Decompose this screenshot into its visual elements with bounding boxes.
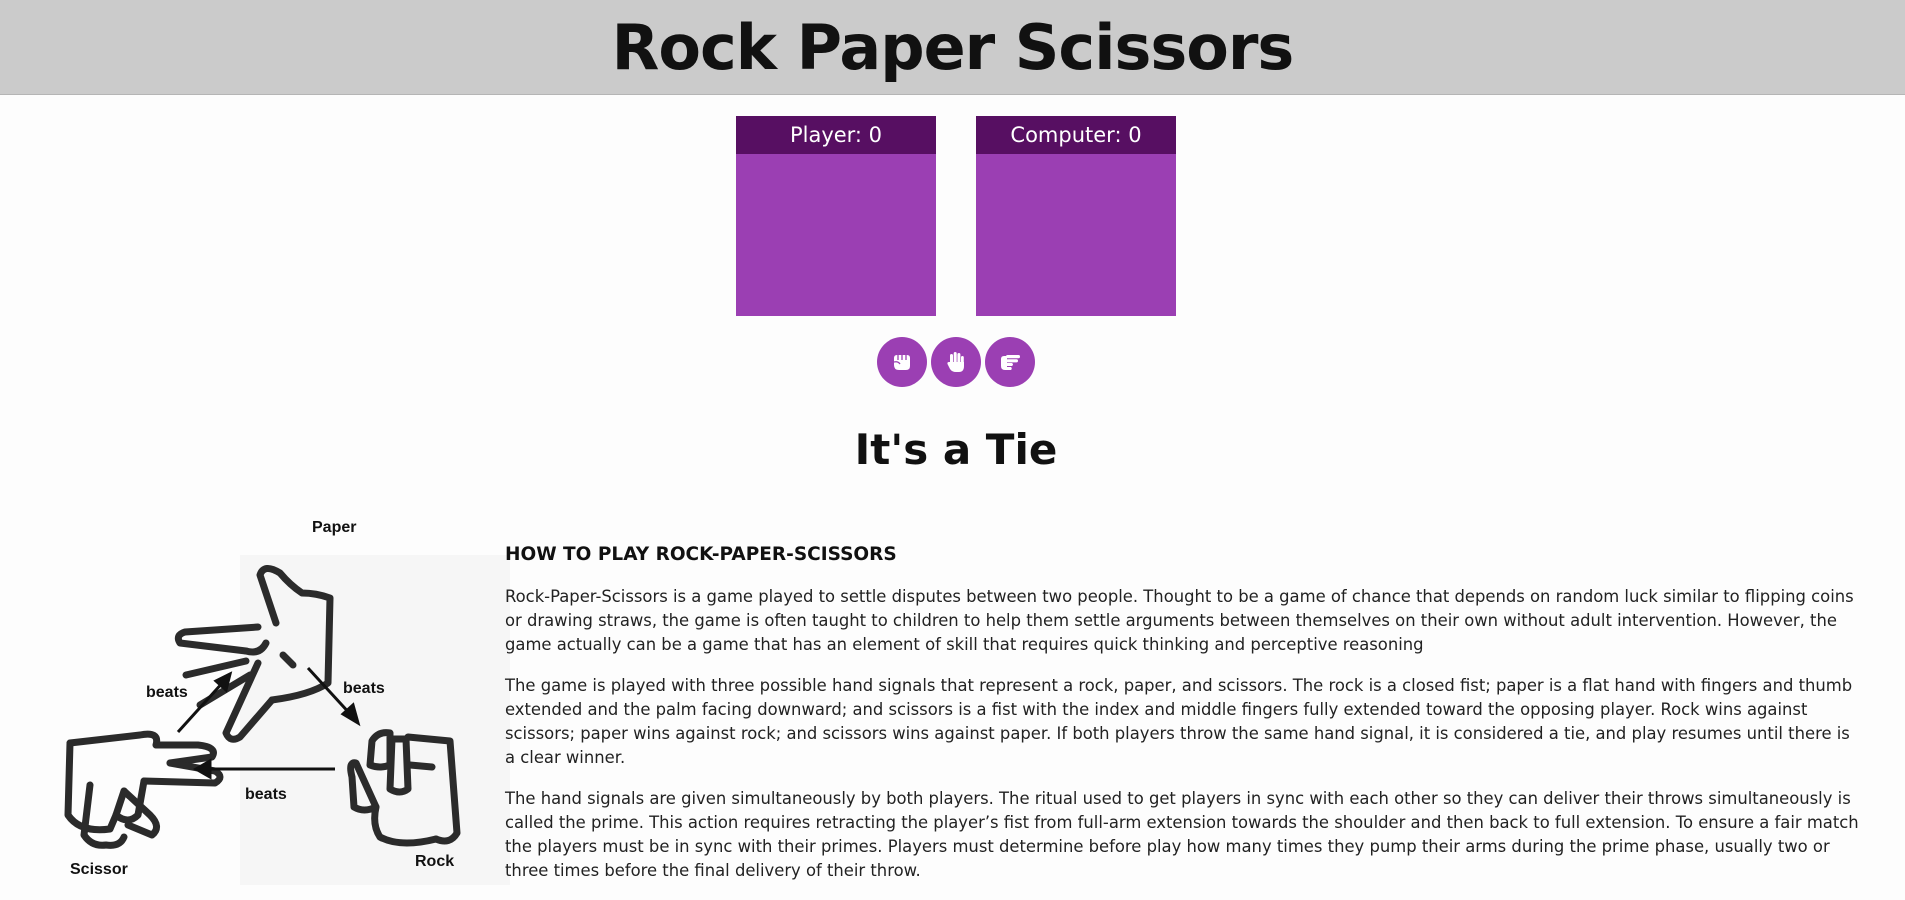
page-header: Rock Paper Scissors (0, 0, 1905, 95)
fist-icon (893, 355, 910, 370)
scissors-hand-icon-large (64, 730, 224, 849)
diagram-label-scissor: Scissor (70, 861, 128, 878)
computer-score-card: Computer: 0 (976, 116, 1176, 316)
computer-score-label: Computer: 0 (976, 116, 1176, 154)
diagram-label-beats-right: beats (343, 680, 385, 697)
open-hand-icon (947, 352, 964, 372)
choice-buttons (877, 337, 1035, 387)
round-result: It's a Tie (854, 425, 1058, 474)
diagram-label-paper: Paper (312, 519, 356, 536)
paper-button[interactable] (931, 337, 981, 387)
scissors-button[interactable] (985, 337, 1035, 387)
diagram-label-beats-bottom: beats (245, 786, 287, 803)
paper-hand-icon (174, 565, 334, 743)
rules-heading: HOW TO PLAY ROCK-PAPER-SCISSORS (505, 544, 897, 565)
rock-button[interactable] (877, 337, 927, 387)
diagram-label-beats-left: beats (146, 684, 188, 701)
page-title: Rock Paper Scissors (611, 10, 1295, 84)
rules-paragraph: Rock-Paper-Scissors is a game played to … (505, 587, 1854, 654)
rules-diagram: Paper Rock Scissor beats beats beats (40, 515, 510, 887)
diagram-illustration: Paper Rock Scissor beats beats beats (64, 519, 461, 878)
rock-fist-icon (347, 729, 461, 847)
scissors-hand-icon (1001, 355, 1020, 370)
computer-choice-display (976, 154, 1176, 316)
player-score-card: Player: 0 (736, 116, 936, 316)
player-score-label: Player: 0 (736, 116, 936, 154)
diagram-label-rock: Rock (415, 853, 454, 870)
rules-section: HOW TO PLAY ROCK-PAPER-SCISSORS Rock-Pap… (505, 543, 1865, 900)
rules-paragraph: The hand signals are given simultaneousl… (505, 789, 1859, 880)
rules-paragraph: The game is played with three possible h… (505, 676, 1853, 767)
player-choice-display (736, 154, 936, 316)
